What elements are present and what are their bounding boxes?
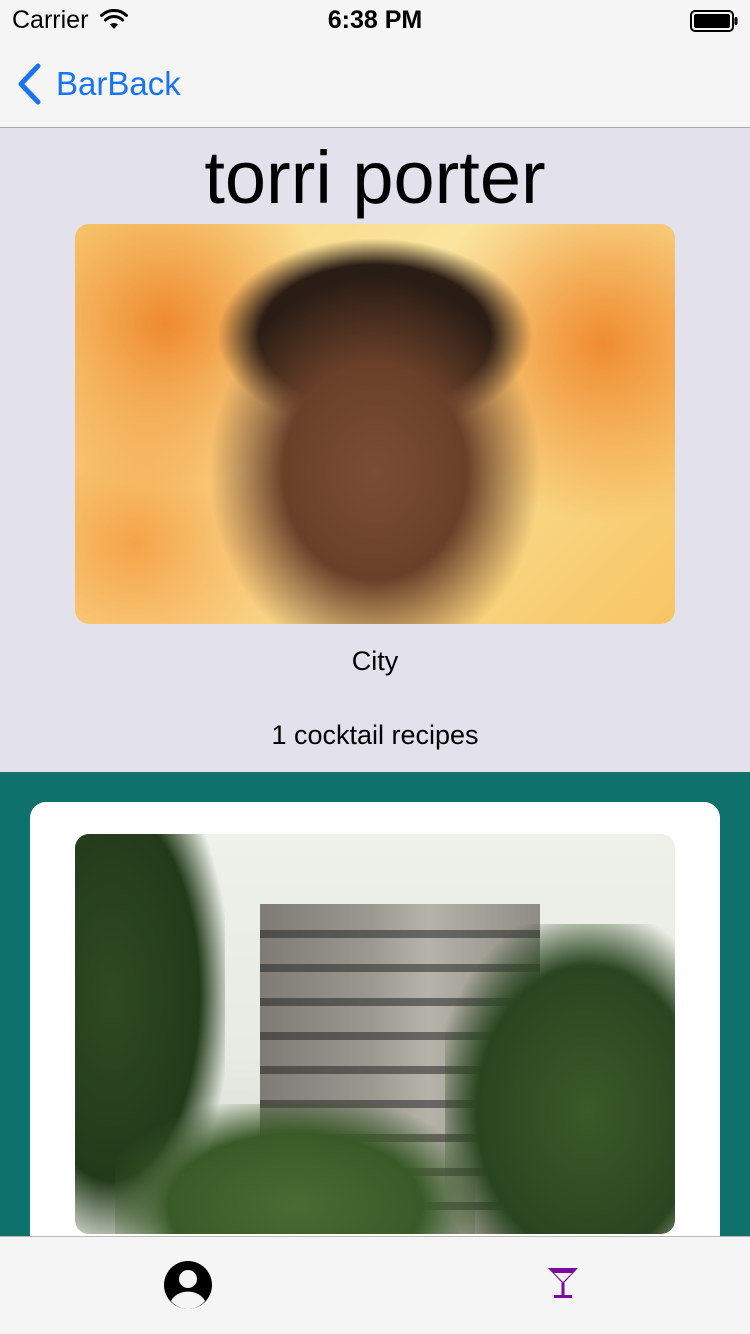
navigation-bar: BarBack [0,40,750,128]
tab-bar [0,1236,750,1334]
recipes-list [0,772,750,1262]
recipe-photo [75,834,675,1234]
battery-icon [690,10,738,32]
trees-right [445,924,675,1234]
profile-header: torri porter City 1 cocktail recipes [0,128,750,772]
cocktail-icon[interactable] [545,1265,581,1301]
status-bar: Carrier 6:38 PM [0,0,750,40]
chevron-left-icon [18,63,41,105]
profile-city: City [351,646,399,676]
trees-bottom [115,1104,475,1234]
avatar [75,224,675,624]
clock-label: 6:38 PM [327,6,423,34]
back-button-label: BarBack [56,65,181,102]
profile-screen: Carrier 6:38 PM BarBack torri porter Cit… [0,0,750,1334]
profile-name: torri porter [204,136,546,219]
person-icon[interactable] [162,1259,214,1311]
back-button[interactable]: BarBack [16,60,181,108]
recipe-count: 1 cocktail recipes [271,720,479,750]
recipe-card[interactable] [30,802,720,1262]
